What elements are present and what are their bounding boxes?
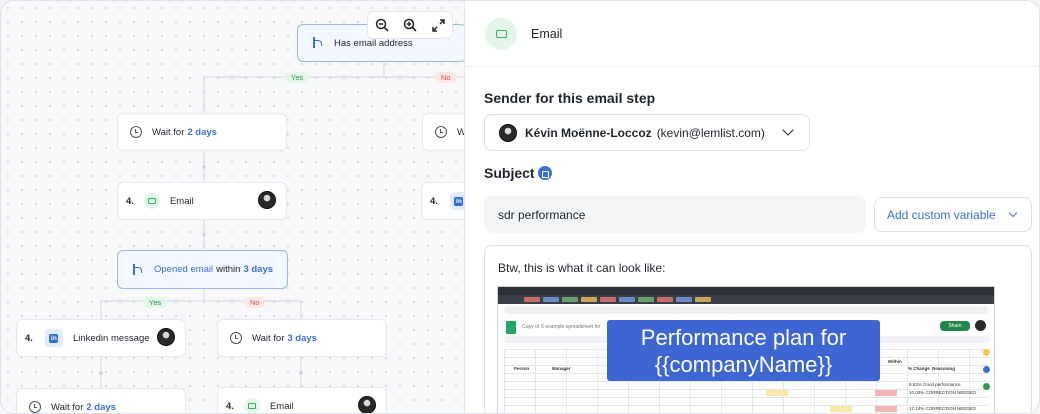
highlight-cell <box>830 406 852 412</box>
linkedin-step-partial[interactable]: 4. in <box>421 182 464 220</box>
condition-opened-email[interactable]: Opened email within 3 days <box>117 250 288 289</box>
col-header: Within <box>888 359 902 364</box>
chevron-down-icon <box>1008 208 1018 218</box>
email-step[interactable]: 4. Email <box>217 387 387 413</box>
email-icon <box>143 193 160 209</box>
cell-reasoning: 10.00% CORRECTION NEEDED <box>909 390 976 395</box>
step-number: 4. <box>126 195 134 207</box>
branch-icon <box>310 35 326 51</box>
expand-icon[interactable] <box>429 16 447 34</box>
doc-title: Copy of X example spreadsheet for <box>522 324 601 330</box>
email-step-panel: Email Sender for this email step Kévin M… <box>464 1 1039 413</box>
branch-yes-badge: Yes <box>285 72 310 83</box>
col-header: % Change <box>908 366 930 371</box>
subject-section-title: Subject <box>484 165 535 181</box>
highlight-cell <box>875 406 897 412</box>
sender-email: (kevin@lemlist.com) <box>656 125 765 140</box>
browser-address-bar <box>504 306 988 314</box>
step-label: Email <box>169 195 194 207</box>
sender-avatar <box>499 123 517 142</box>
avatar <box>358 396 376 413</box>
col-header: Manager <box>552 366 571 371</box>
chevron-down-icon <box>782 124 794 136</box>
avatar <box>975 320 986 331</box>
col-header: Person <box>514 366 530 371</box>
wait-duration: 2 days <box>86 401 116 413</box>
linkedin-icon: in <box>44 329 63 347</box>
clock-icon <box>29 401 41 413</box>
branch-yes-badge: Yes <box>143 297 168 308</box>
body-intro-text: Btw, this is what it can look like: <box>498 261 666 275</box>
col-header: Reasoning <box>932 366 956 371</box>
step-label: Email <box>269 400 294 412</box>
subject-input[interactable] <box>484 196 866 233</box>
wait-prefix: Wait for <box>252 332 285 344</box>
cell-reasoning: 9.93% Good performance <box>909 382 961 387</box>
condition-prefix: Opened email <box>154 264 214 275</box>
zoom-out-icon[interactable] <box>373 16 391 34</box>
email-step[interactable]: 4. Email <box>117 182 287 220</box>
sender-name: Kévin Moënne-Loccoz <box>525 125 652 140</box>
sender-select[interactable]: Kévin Moënne-Loccoz (kevin@lemlist.com) <box>484 114 810 151</box>
linkedin-step[interactable]: 4. in Linkedin message <box>16 319 186 357</box>
video-icon[interactable] <box>538 166 552 180</box>
branch-no-badge: No <box>435 72 457 83</box>
browser-tabs <box>498 295 994 304</box>
sender-section-title: Sender for this email step <box>484 90 656 106</box>
add-custom-variable-button[interactable]: Add custom variable <box>874 197 1032 232</box>
app-frame: Has email address Yes No Wait for 2 days… <box>0 0 1040 414</box>
step-label: Linkedin message <box>72 332 150 344</box>
clock-icon <box>130 126 142 138</box>
linkedin-icon: in <box>449 192 464 210</box>
wait-step[interactable]: Wait for 3 days <box>217 319 387 357</box>
sheets-icon <box>506 320 516 334</box>
wait-prefix: Wait for <box>51 401 84 413</box>
clock-icon <box>230 332 242 344</box>
condition-label: Has email address <box>334 37 413 49</box>
wait-duration: 2 days <box>187 126 217 138</box>
browser-titlebar <box>498 287 994 295</box>
step-number: 4. <box>430 195 438 207</box>
overlay-banner: Performance plan for {{companyName}} <box>607 320 880 381</box>
zoom-in-icon[interactable] <box>401 16 419 34</box>
avatar <box>157 328 175 346</box>
embedded-screenshot: Copy of X example spreadsheet for Share … <box>497 286 995 413</box>
overlay-line-2: {{companyName}} <box>654 352 833 377</box>
highlight-cell <box>766 390 788 396</box>
panel-title: Email <box>531 26 563 41</box>
wait-step[interactable]: Wait for 2 days <box>16 388 186 413</box>
email-body-editor[interactable]: Btw, this is what it can look like: Copy… <box>484 245 1032 413</box>
email-icon <box>485 17 517 50</box>
sheet-side-icons <box>983 349 991 400</box>
step-number: 4. <box>25 332 33 344</box>
wait-duration: 3 days <box>287 332 317 344</box>
wait-step-partial[interactable]: W <box>422 113 464 151</box>
share-button: Share <box>940 321 970 331</box>
wait-step[interactable]: Wait for 2 days <box>117 113 287 151</box>
sequence-canvas[interactable]: Has email address Yes No Wait for 2 days… <box>1 1 464 413</box>
email-icon <box>243 398 260 413</box>
wait-prefix: Wait for <box>152 126 185 138</box>
highlight-cell <box>875 390 897 396</box>
avatar <box>258 191 276 209</box>
branch-icon <box>130 262 146 278</box>
overlay-line-1: Performance plan for <box>640 325 847 350</box>
panel-header: Email <box>465 1 1039 67</box>
branch-no-badge: No <box>244 297 266 308</box>
zoom-toolbar <box>367 11 453 39</box>
wait-partial-label: W <box>457 127 464 138</box>
condition-middle: within <box>216 264 241 275</box>
clock-icon <box>435 126 447 138</box>
step-number: 4. <box>226 400 234 412</box>
cell-reasoning: 17.14% CORRECTION NEEDED <box>909 406 976 411</box>
add-variable-label: Add custom variable <box>887 207 996 222</box>
condition-duration: 3 days <box>243 264 274 275</box>
